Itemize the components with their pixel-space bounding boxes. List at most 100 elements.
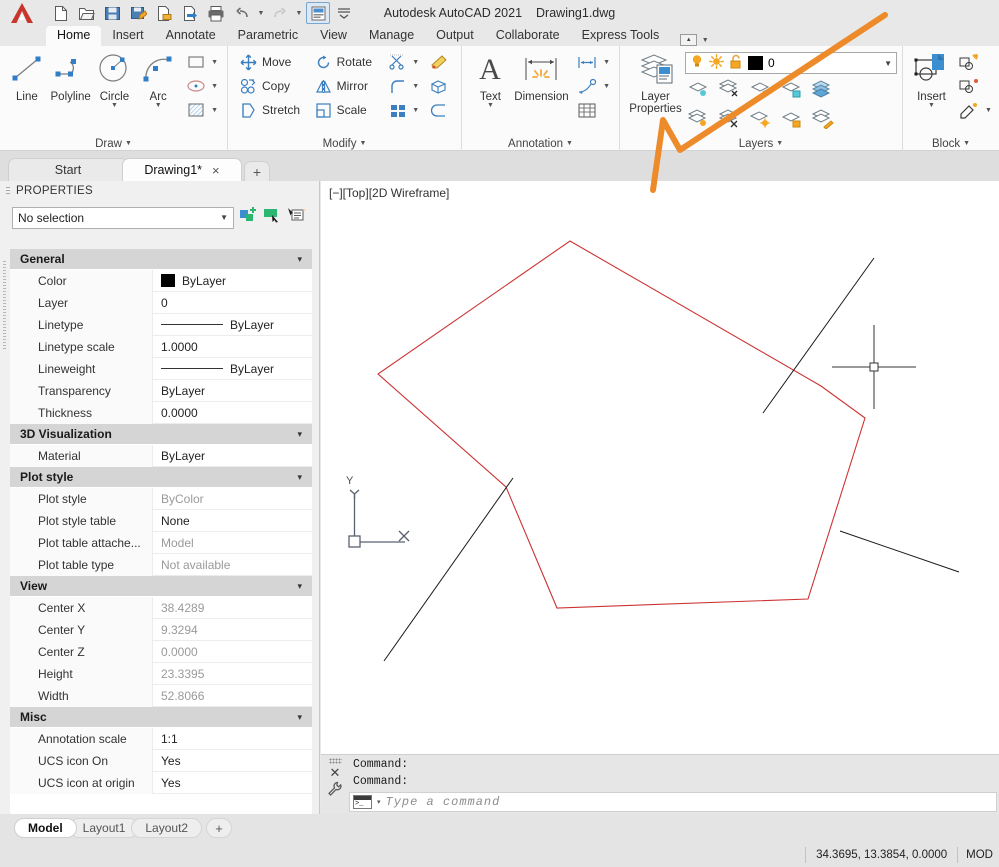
drawing-canvas[interactable]: [−][Top][2D Wireframe] Y bbox=[321, 181, 999, 754]
new-icon[interactable] bbox=[48, 2, 72, 24]
tool-stretch[interactable]: Stretch bbox=[236, 98, 311, 122]
ribbon-minimize-button[interactable]: ▲ bbox=[680, 34, 698, 46]
property-value[interactable]: 52.8066 bbox=[153, 689, 204, 703]
panel-annotation-title[interactable]: Annotation ▼ bbox=[462, 138, 619, 150]
tool-offset[interactable] bbox=[425, 98, 456, 122]
command-prompt-icon[interactable] bbox=[353, 795, 372, 809]
block-dropdown-caret-icon[interactable]: ▼ bbox=[985, 107, 992, 114]
layer-combo-caret-icon[interactable]: ▼ bbox=[884, 59, 892, 68]
layer-off-icon[interactable] bbox=[749, 79, 774, 104]
redo-icon[interactable] bbox=[268, 2, 292, 24]
property-value[interactable]: 9.3294 bbox=[153, 623, 198, 637]
property-value[interactable]: None bbox=[153, 514, 190, 528]
layout-tab-model[interactable]: Model bbox=[14, 818, 77, 838]
layer-match-icon[interactable] bbox=[811, 109, 836, 134]
wrench-icon[interactable] bbox=[327, 781, 343, 802]
property-value[interactable]: Yes bbox=[153, 776, 181, 790]
chevron-down-icon[interactable]: ▾ bbox=[297, 429, 302, 440]
layer-freeze-icon[interactable] bbox=[718, 79, 743, 104]
panel-layers-title[interactable]: Layers ▼ bbox=[620, 138, 902, 150]
open-icon[interactable] bbox=[74, 2, 98, 24]
panel-block-caret-icon[interactable]: ▼ bbox=[963, 140, 970, 147]
command-prompt-caret-icon[interactable]: ▾ bbox=[377, 798, 381, 806]
chevron-down-icon[interactable]: ▾ bbox=[297, 581, 302, 592]
line-segment[interactable] bbox=[762, 257, 875, 414]
line-segment[interactable] bbox=[383, 477, 514, 662]
panel-annotation-caret-icon[interactable]: ▼ bbox=[566, 140, 573, 147]
panel-block-title[interactable]: Block ▼ bbox=[903, 138, 999, 150]
property-value[interactable]: ByLayer bbox=[153, 274, 226, 288]
layer-on-icon[interactable] bbox=[690, 54, 704, 72]
tool-rectangle[interactable]: ▼ bbox=[182, 50, 222, 74]
layer-thaw-all-icon[interactable] bbox=[718, 109, 743, 134]
tool-explode[interactable] bbox=[425, 74, 456, 98]
table-row[interactable]: UCS icon On Yes bbox=[10, 749, 312, 772]
property-group-plot-style[interactable]: Plot style ▾ bbox=[10, 467, 312, 488]
tool-dimension[interactable]: Dimension bbox=[511, 50, 572, 103]
properties-vertical-bar[interactable] bbox=[0, 201, 10, 814]
table-row[interactable]: Thickness 0.0000 bbox=[10, 401, 312, 424]
insert-dropdown-caret-icon[interactable]: ▼ bbox=[928, 102, 935, 109]
hatch-dropdown-caret-icon[interactable]: ▼ bbox=[211, 107, 218, 114]
tool-layer-properties[interactable]: Layer Properties bbox=[626, 50, 685, 115]
layer-merge-icon[interactable] bbox=[811, 79, 836, 104]
table-row[interactable]: Center Y 9.3294 bbox=[10, 618, 312, 641]
table-row[interactable]: Lineweight ByLayer bbox=[10, 357, 312, 380]
property-group-misc[interactable]: Misc ▾ bbox=[10, 707, 312, 728]
coordinates-display[interactable]: 34.3695, 13.3854, 0.0000 bbox=[806, 849, 957, 861]
tool-trim[interactable]: ▼ bbox=[385, 50, 424, 74]
table-row[interactable]: UCS icon at origin Yes bbox=[10, 771, 312, 794]
property-value[interactable]: ByLayer bbox=[153, 449, 205, 463]
undo-dropdown-caret-icon[interactable]: ▼ bbox=[256, 10, 266, 17]
tool-copy[interactable]: Copy bbox=[236, 74, 311, 98]
tool-edit-block[interactable] bbox=[954, 74, 994, 98]
layer-thaw-icon[interactable] bbox=[709, 54, 724, 72]
save-icon[interactable] bbox=[100, 2, 124, 24]
arc-dropdown-caret-icon[interactable]: ▼ bbox=[155, 102, 162, 109]
tab-output[interactable]: Output bbox=[425, 26, 485, 46]
status-mode-text[interactable]: MOD bbox=[958, 849, 999, 861]
property-value[interactable]: ByLayer bbox=[153, 318, 274, 332]
layer-current-combo[interactable]: 0 ▼ bbox=[685, 52, 897, 74]
tab-collaborate[interactable]: Collaborate bbox=[485, 26, 571, 46]
linear-dimension-caret-icon[interactable]: ▼ bbox=[603, 59, 610, 66]
undo-icon[interactable] bbox=[230, 2, 254, 24]
table-row[interactable]: Center X 38.4289 bbox=[10, 596, 312, 619]
ellipse-dropdown-caret-icon[interactable]: ▼ bbox=[211, 83, 218, 90]
chevron-down-icon[interactable]: ▾ bbox=[297, 712, 302, 723]
redo-dropdown-caret-icon[interactable]: ▼ bbox=[294, 10, 304, 17]
drag-handle-icon[interactable] bbox=[328, 758, 342, 764]
tool-array[interactable]: ▼ bbox=[385, 98, 424, 122]
tool-line[interactable]: Line bbox=[5, 50, 49, 103]
autocad-logo-icon[interactable] bbox=[0, 0, 44, 26]
command-input[interactable]: ▾ Type a command bbox=[349, 792, 997, 812]
property-value[interactable]: 0.0000 bbox=[153, 645, 198, 659]
palette-grip-icon[interactable] bbox=[6, 186, 10, 196]
panel-draw-title[interactable]: Draw ▼ bbox=[0, 138, 227, 150]
tool-fillet[interactable]: ▼ bbox=[385, 74, 424, 98]
layer-unlock-icon[interactable] bbox=[729, 54, 743, 72]
document-tab-drawing1[interactable]: Drawing1* × bbox=[122, 158, 242, 181]
tab-annotate[interactable]: Annotate bbox=[155, 26, 227, 46]
table-row[interactable]: Material ByLayer bbox=[10, 444, 312, 467]
property-value[interactable]: 1:1 bbox=[153, 732, 178, 746]
panel-draw-caret-icon[interactable]: ▼ bbox=[125, 140, 132, 147]
tool-create-block[interactable] bbox=[954, 50, 994, 74]
property-group-general[interactable]: General ▾ bbox=[10, 249, 312, 270]
tool-hatch[interactable]: ▼ bbox=[182, 98, 222, 122]
tool-move[interactable]: Move bbox=[236, 50, 311, 74]
select-objects-icon[interactable] bbox=[263, 206, 282, 229]
layer-on-all-icon[interactable] bbox=[687, 109, 712, 134]
leader-dropdown-caret-icon[interactable]: ▼ bbox=[603, 83, 610, 90]
new-document-tab-button[interactable]: + bbox=[244, 161, 270, 181]
layer-lock-icon[interactable] bbox=[780, 79, 805, 104]
close-icon[interactable]: ✕ bbox=[330, 766, 341, 779]
text-dropdown-caret-icon[interactable]: ▼ bbox=[487, 102, 494, 109]
save-as-icon[interactable] bbox=[126, 2, 150, 24]
toggle-pickadd-icon[interactable] bbox=[287, 206, 306, 229]
property-value[interactable]: 38.4289 bbox=[153, 601, 204, 615]
tool-linear-dimension[interactable]: ▼ bbox=[572, 50, 614, 74]
export-icon[interactable] bbox=[152, 2, 176, 24]
properties-title-bar[interactable]: PROPERTIES bbox=[0, 181, 319, 201]
import-icon[interactable] bbox=[178, 2, 202, 24]
